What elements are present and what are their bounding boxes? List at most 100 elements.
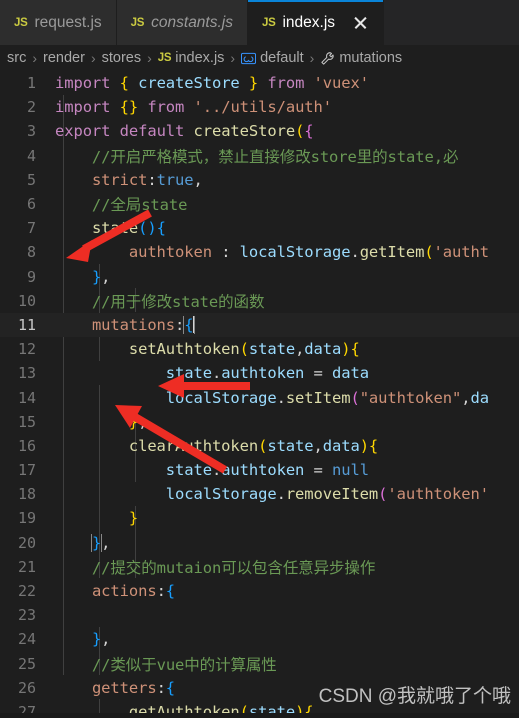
code-line[interactable]: 1 import { createStore } from 'vuex' [0,71,519,95]
status-bar-strip [0,713,519,718]
code-line[interactable]: 9 }, [0,265,519,289]
code-text: }, [91,267,111,286]
tab-request-js[interactable]: JS request.js [0,0,117,45]
line-number: 8 [26,243,36,262]
code-line[interactable]: 2 import {} from '../utils/auth' [0,95,519,119]
chevron-right-icon: › [147,50,152,66]
code-line[interactable]: 26 getters:{ [0,676,519,700]
code-editor[interactable]: 1 import { createStore } from 'vuex' 2 i… [0,71,519,718]
line-number: 6 [26,195,36,214]
code-line[interactable]: 25 //类似于vue中的计算属性 [0,652,519,676]
code-line[interactable]: 18 localStorage.removeItem('authtoken' [0,482,519,506]
breadcrumb: src › render › stores › JS index.js › de… [0,45,519,71]
chevron-right-icon: › [90,50,96,66]
line-number: 12 [17,340,36,359]
code-text: //提交的mutaion可以包含任意异步操作 [55,558,376,577]
breadcrumb-item-mutations[interactable]: mutations [320,50,402,66]
code-text: localStorage.setItem("authtoken",da [165,388,489,407]
line-number: 25 [17,654,36,673]
symbol-property-wrench-icon [320,51,335,66]
line-number: 14 [17,388,36,407]
code-line[interactable]: 3 export default createStore({ [0,119,519,143]
code-line[interactable]: 22 actions:{ [0,579,519,603]
tab-label: constants.js [151,13,233,31]
editor-tab-bar: JS request.js JS constants.js JS index.j… [0,0,519,45]
line-number: 5 [26,170,36,189]
line-number: 17 [17,461,36,480]
breadcrumb-item-render[interactable]: render [43,50,85,66]
code-text: state.authtoken = data [165,364,369,383]
breadcrumb-item-stores[interactable]: stores [102,50,142,66]
breadcrumb-label: index.js [175,50,225,66]
symbol-object-icon [241,51,257,66]
line-number: 23 [17,606,36,625]
js-file-icon: JS [262,16,276,29]
text-caret [192,315,195,333]
js-file-icon: JS [130,16,145,29]
code-line[interactable]: 12 setAuthtoken(state,data){ [0,337,519,361]
code-line[interactable]: 19 } [0,506,519,530]
line-number: 26 [17,678,36,697]
code-line[interactable]: 15 }, [0,410,519,434]
line-number: 22 [17,582,36,601]
breadcrumb-item-index-js[interactable]: JS index.js [158,50,225,66]
code-line[interactable]: 23 [0,603,519,627]
code-text: actions:{ [91,582,176,601]
code-text: //全局state [55,196,188,215]
code-line[interactable]: 24 }, [0,627,519,651]
code-line[interactable]: 13 state.authtoken = data [0,361,519,385]
code-line[interactable]: 7 state(){ [0,216,519,240]
tab-label: index.js [282,13,336,31]
tab-index-js[interactable]: JS index.js [248,0,385,45]
line-number: 10 [17,291,36,310]
chevron-right-icon: › [230,50,236,66]
close-icon[interactable] [352,14,369,31]
chevron-right-icon: › [32,50,38,66]
js-file-icon: JS [157,52,172,64]
line-number: 19 [17,509,36,528]
line-number: 21 [17,557,36,576]
breadcrumb-label: default [260,50,304,66]
breadcrumb-item-default[interactable]: default [241,50,304,66]
tab-constants-js[interactable]: JS constants.js [116,0,248,45]
code-line[interactable]: 14 localStorage.setItem("authtoken",da [0,385,519,409]
line-number: 15 [17,412,36,431]
code-line[interactable]: 5 strict:true, [0,168,519,192]
line-number: 11 [17,315,36,334]
code-text: mutations:{ [91,315,195,334]
code-text: //类似于vue中的计算属性 [55,655,277,674]
code-text: clearAuthtoken(state,data){ [128,436,379,455]
line-number: 9 [26,267,36,286]
code-line[interactable]: 20 }, [0,531,519,555]
code-line[interactable]: 21 //提交的mutaion可以包含任意异步操作 [0,555,519,579]
code-text: authtoken : localStorage.getItem('autht [128,243,489,262]
chevron-right-icon: › [309,50,315,66]
code-line[interactable]: 4 //开启严格模式，禁止直接修改store里的state,必 [0,144,519,168]
bracket-match: } [90,533,103,552]
js-file-icon: JS [14,16,28,29]
breadcrumb-label: render [43,50,85,66]
code-text: strict:true, [91,170,203,189]
code-line[interactable]: 17 state.authtoken = null [0,458,519,482]
breadcrumb-item-src[interactable]: src [7,50,26,66]
code-text: setAuthtoken(state,data){ [128,340,360,359]
line-number: 3 [26,122,36,141]
code-line[interactable]: 10 //用于修改state的函数 [0,289,519,313]
code-text: state(){ [91,219,166,238]
line-number: 2 [26,98,36,117]
code-text: } [128,509,139,528]
code-text: }, [128,412,148,431]
code-line[interactable]: 16 clearAuthtoken(state,data){ [0,434,519,458]
breadcrumb-label: stores [101,50,142,66]
code-line-current[interactable]: 11 mutations:{ [0,312,519,338]
code-text: import { createStore } from 'vuex' [55,74,369,93]
line-number: 24 [17,630,36,649]
code-line[interactable]: 8 authtoken : localStorage.getItem('auth… [0,240,519,264]
code-text: //开启严格模式，禁止直接修改store里的state,必 [55,147,459,166]
code-line[interactable]: 6 //全局state [0,192,519,216]
breadcrumb-label: src [7,50,27,66]
code-text: //用于修改state的函数 [55,292,265,311]
line-number: 13 [17,364,36,383]
line-number: 18 [17,485,36,504]
line-number: 1 [26,74,36,93]
